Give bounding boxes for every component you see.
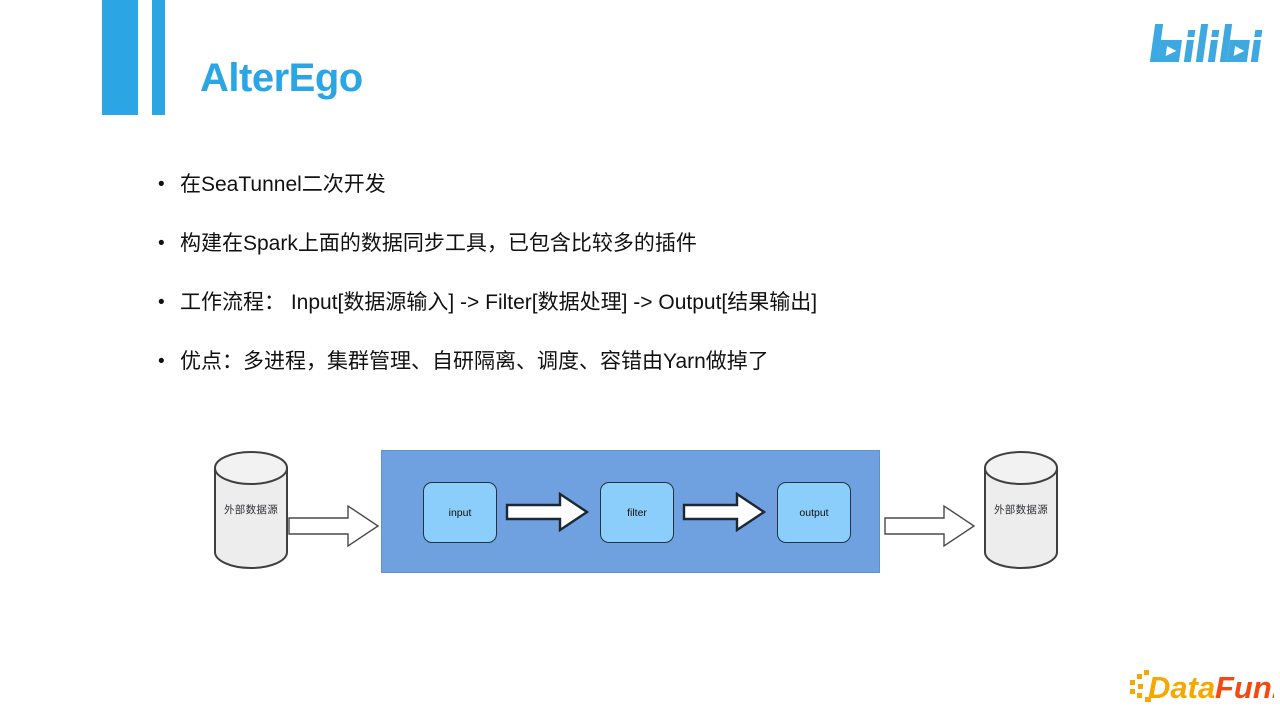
title-accent-bar-wide bbox=[102, 0, 138, 115]
title-accent-bar-thin bbox=[152, 0, 165, 115]
page-title: AlterEgo bbox=[200, 56, 363, 100]
stage-output-label: output bbox=[799, 506, 829, 519]
bullet-text: 构建在Spark上面的数据同步工具，已包含比较多的插件 bbox=[180, 232, 697, 255]
bullet-text: 工作流程： Input[数据源输入] -> Filter[数据处理] -> Ou… bbox=[180, 291, 818, 314]
stage-filter: filter bbox=[600, 482, 674, 543]
bullet-list: • 在SeaTunnel二次开发 • 构建在Spark上面的数据同步工具，已包含… bbox=[158, 170, 1158, 406]
arrow-input-to-filter bbox=[505, 492, 589, 532]
pipeline-container: input filter output bbox=[381, 450, 880, 573]
stage-input: input bbox=[423, 482, 497, 543]
list-item: • 工作流程： Input[数据源输入] -> Filter[数据处理] -> … bbox=[158, 288, 1158, 318]
stage-filter-label: filter bbox=[627, 506, 647, 519]
svg-text:Data: Data bbox=[1148, 670, 1215, 705]
sink-cylinder-label: 外部数据源 bbox=[994, 504, 1048, 516]
sink-database-cylinder: 外部数据源 bbox=[982, 450, 1060, 570]
source-database-cylinder: 外部数据源 bbox=[212, 450, 290, 570]
bullet-marker: • bbox=[158, 233, 165, 254]
bullet-marker: • bbox=[158, 292, 165, 313]
arrow-source-to-pipeline bbox=[288, 504, 380, 548]
stage-input-label: input bbox=[448, 506, 472, 519]
bullet-text: 在SeaTunnel二次开发 bbox=[180, 173, 386, 196]
source-cylinder-label: 外部数据源 bbox=[224, 504, 278, 516]
arrow-filter-to-output bbox=[682, 492, 766, 532]
bilibili-logo bbox=[1140, 18, 1268, 76]
bullet-text: 优点：多进程，集群管理、自研隔离、调度、容错由Yarn做掉了 bbox=[180, 350, 769, 373]
arrow-pipeline-to-sink bbox=[884, 504, 976, 548]
bullet-marker: • bbox=[158, 351, 165, 372]
datafun-logo: Data Fun. bbox=[1126, 660, 1280, 712]
list-item: • 构建在Spark上面的数据同步工具，已包含比较多的插件 bbox=[158, 229, 1158, 259]
bullet-marker: • bbox=[158, 174, 165, 195]
stage-output: output bbox=[777, 482, 851, 543]
pipeline-diagram: 外部数据源 input filter output 外部数据源 bbox=[0, 425, 1280, 605]
list-item: • 在SeaTunnel二次开发 bbox=[158, 170, 1158, 200]
list-item: • 优点：多进程，集群管理、自研隔离、调度、容错由Yarn做掉了 bbox=[158, 347, 1158, 377]
svg-text:Fun.: Fun. bbox=[1215, 670, 1274, 705]
